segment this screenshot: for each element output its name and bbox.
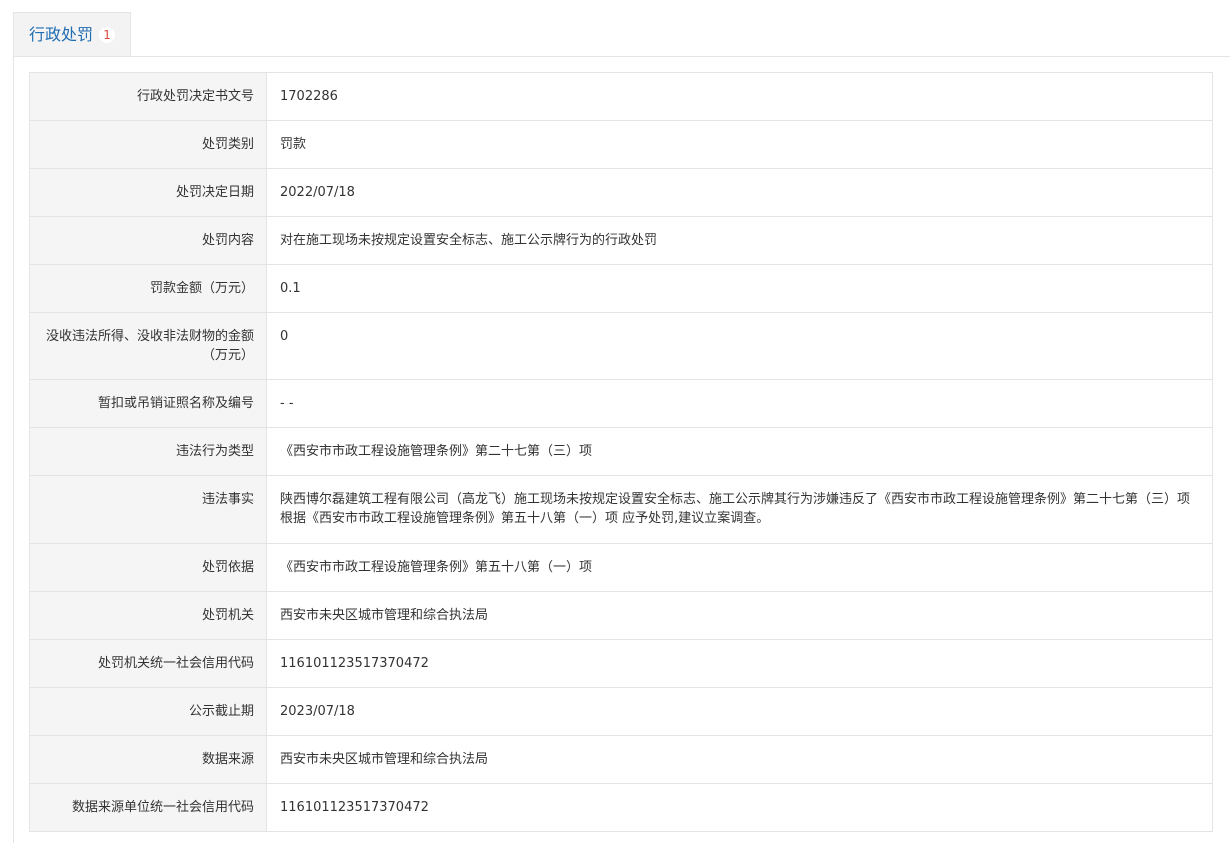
field-value: 西安市未央区城市管理和综合执法局 xyxy=(266,591,1213,640)
field-label: 数据来源 xyxy=(29,735,267,784)
table-row: 罚款金额（万元） 0.1 xyxy=(29,264,1213,313)
field-label: 处罚机关 xyxy=(29,591,267,640)
field-value: 罚款 xyxy=(266,120,1213,169)
field-label: 处罚内容 xyxy=(29,216,267,265)
tab-administrative-penalty[interactable]: 行政处罚 1 xyxy=(13,12,131,56)
field-label: 处罚依据 xyxy=(29,543,267,592)
table-row: 数据来源 西安市未央区城市管理和综合执法局 xyxy=(29,735,1213,784)
tab-count-badge: 1 xyxy=(99,26,116,43)
field-label: 没收违法所得、没收非法财物的金额（万元） xyxy=(29,312,267,380)
field-label: 处罚决定日期 xyxy=(29,168,267,217)
penalty-detail-table: 行政处罚决定书文号 1702286 处罚类别 罚款 处罚决定日期 2022/07… xyxy=(29,72,1213,832)
table-row: 没收违法所得、没收非法财物的金额（万元） 0 xyxy=(29,312,1213,380)
table-row: 公示截止期 2023/07/18 xyxy=(29,687,1213,736)
field-label: 公示截止期 xyxy=(29,687,267,736)
table-row: 违法行为类型 《西安市市政工程设施管理条例》第二十七第（三）项 xyxy=(29,427,1213,476)
table-row: 违法事实 陕西博尔磊建筑工程有限公司（高龙飞）施工现场未按规定设置安全标志、施工… xyxy=(29,475,1213,544)
tab-strip: 行政处罚 1 xyxy=(13,12,1230,57)
table-row: 处罚机关 西安市未央区城市管理和综合执法局 xyxy=(29,591,1213,640)
table-row: 暂扣或吊销证照名称及编号 - - xyxy=(29,379,1213,428)
field-value: 对在施工现场未按规定设置安全标志、施工公示牌行为的行政处罚 xyxy=(266,216,1213,265)
table-row: 处罚机关统一社会信用代码 116101123517370472 xyxy=(29,639,1213,688)
field-label: 数据来源单位统一社会信用代码 xyxy=(29,783,267,832)
field-label: 罚款金额（万元） xyxy=(29,264,267,313)
field-value: - - xyxy=(266,379,1213,428)
table-row: 处罚依据 《西安市市政工程设施管理条例》第五十八第（一）项 xyxy=(29,543,1213,592)
table-row: 处罚内容 对在施工现场未按规定设置安全标志、施工公示牌行为的行政处罚 xyxy=(29,216,1213,265)
field-label: 处罚类别 xyxy=(29,120,267,169)
field-label: 违法事实 xyxy=(29,475,267,544)
table-row: 数据来源单位统一社会信用代码 116101123517370472 xyxy=(29,783,1213,832)
table-row: 处罚决定日期 2022/07/18 xyxy=(29,168,1213,217)
table-row: 处罚类别 罚款 xyxy=(29,120,1213,169)
field-value: 116101123517370472 xyxy=(266,639,1213,688)
page: 行政处罚 1 行政处罚决定书文号 1702286 处罚类别 罚款 处罚决定日期 … xyxy=(0,0,1230,843)
field-value: 0.1 xyxy=(266,264,1213,313)
field-value: 2023/07/18 xyxy=(266,687,1213,736)
field-value: 116101123517370472 xyxy=(266,783,1213,832)
field-value: 1702286 xyxy=(266,72,1213,121)
field-label: 处罚机关统一社会信用代码 xyxy=(29,639,267,688)
field-label: 违法行为类型 xyxy=(29,427,267,476)
field-value: 2022/07/18 xyxy=(266,168,1213,217)
field-value: 陕西博尔磊建筑工程有限公司（高龙飞）施工现场未按规定设置安全标志、施工公示牌其行… xyxy=(266,475,1213,544)
table-row: 行政处罚决定书文号 1702286 xyxy=(29,72,1213,121)
field-label: 暂扣或吊销证照名称及编号 xyxy=(29,379,267,428)
tab-title: 行政处罚 xyxy=(29,24,94,44)
field-value: 《西安市市政工程设施管理条例》第二十七第（三）项 xyxy=(266,427,1213,476)
field-value: 《西安市市政工程设施管理条例》第五十八第（一）项 xyxy=(266,543,1213,592)
field-value: 西安市未央区城市管理和综合执法局 xyxy=(266,735,1213,784)
field-value: 0 xyxy=(266,312,1213,380)
field-label: 行政处罚决定书文号 xyxy=(29,72,267,121)
